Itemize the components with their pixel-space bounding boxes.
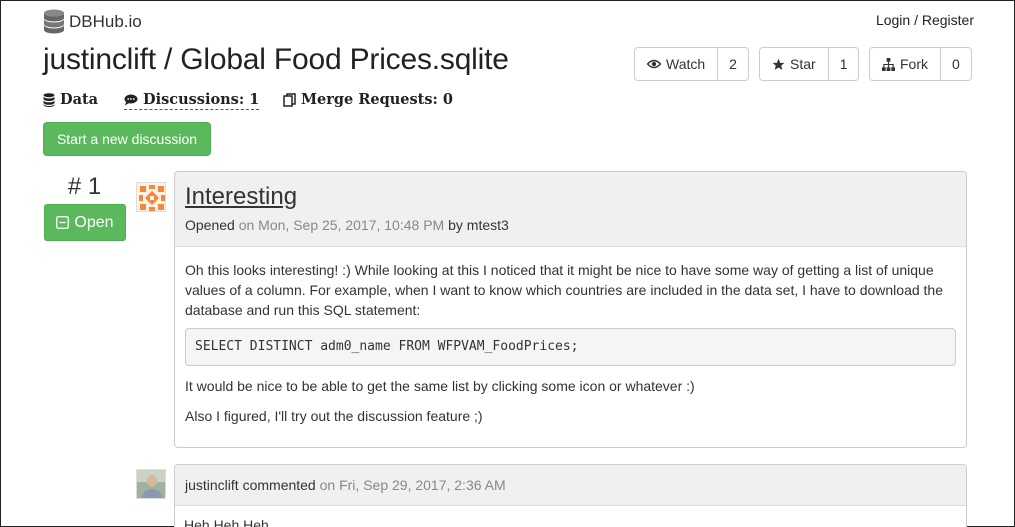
nav-merge-requests-label: Merge Requests: 0 xyxy=(301,91,454,108)
comment-author[interactable]: justinclift xyxy=(185,477,239,493)
comment-panel: justinclift commented on Fri, Sep 29, 20… xyxy=(174,464,967,527)
comment-body: Heh Heh Heh xyxy=(184,517,269,527)
fork-label: Fork xyxy=(900,56,928,72)
copy-icon xyxy=(283,92,296,107)
star-label: Star xyxy=(790,56,816,72)
discussion-number: # 1 xyxy=(67,173,102,200)
discussion-paragraph: It would be nice to be able to get the s… xyxy=(185,378,695,394)
discussion-header: Interesting Opened on Mon, Sep 25, 2017,… xyxy=(175,172,966,247)
discussion-meta: Opened on Mon, Sep 25, 2017, 10:48 PM by… xyxy=(185,217,956,233)
opened-label: Opened xyxy=(185,217,235,233)
sitemap-icon xyxy=(882,57,895,71)
watch-count[interactable]: 2 xyxy=(718,48,748,80)
discussion-status-button[interactable]: Open xyxy=(44,204,126,241)
start-discussion-button[interactable]: Start a new discussion xyxy=(43,122,211,156)
comment-action: commented xyxy=(242,477,316,493)
watch-label: Watch xyxy=(666,56,706,72)
discussion-paragraph: Also I figured, I'll try out the discuss… xyxy=(185,408,483,424)
code-block: SELECT DISTINCT adm0_name FROM WFPVAM_Fo… xyxy=(185,328,956,366)
comment-header: justinclift commented on Fri, Sep 29, 20… xyxy=(175,465,966,506)
avatar[interactable] xyxy=(136,182,166,212)
star-icon xyxy=(772,58,785,70)
star-button-group: Star 1 xyxy=(759,47,860,81)
database-icon xyxy=(44,9,64,34)
nav-data-label: Data xyxy=(60,91,99,108)
database-icon xyxy=(43,92,55,107)
star-count[interactable]: 1 xyxy=(829,48,859,80)
fork-count[interactable]: 0 xyxy=(941,48,971,80)
discussion-paragraph: Oh this looks interesting! :) While look… xyxy=(185,262,943,318)
discussion-status-label: Open xyxy=(74,213,114,231)
by-label: by xyxy=(448,217,463,233)
nav-discussions-label: Discussions: 1 xyxy=(143,91,260,108)
login-register-link[interactable]: Login / Register xyxy=(876,12,974,28)
discussion-body: Oh this looks interesting! :) While look… xyxy=(175,247,966,439)
comment-icon xyxy=(124,94,138,105)
eye-icon xyxy=(647,59,661,69)
star-button[interactable]: Star xyxy=(760,48,829,80)
brand-link[interactable]: DBHub.io xyxy=(43,9,142,35)
brand-name: DBHub.io xyxy=(69,12,142,31)
minus-square-icon xyxy=(56,216,70,229)
watch-button-group: Watch 2 xyxy=(634,47,749,81)
opened-date: on Mon, Sep 25, 2017, 10:48 PM xyxy=(238,217,445,233)
watch-button[interactable]: Watch xyxy=(635,48,719,80)
discussion-panel: Interesting Opened on Mon, Sep 25, 2017,… xyxy=(174,171,967,448)
discussion-author[interactable]: mtest3 xyxy=(467,217,509,233)
comment-date: on Fri, Sep 29, 2017, 2:36 AM xyxy=(319,477,506,493)
fork-button-group: Fork 0 xyxy=(869,47,972,81)
discussion-title[interactable]: Interesting xyxy=(185,183,956,211)
page-title[interactable]: justinclift / Global Food Prices.sqlite xyxy=(43,43,509,77)
user-photo-icon xyxy=(137,470,165,498)
avatar[interactable] xyxy=(136,469,166,499)
nav-data[interactable]: Data xyxy=(43,91,98,108)
nav-merge-requests[interactable]: Merge Requests: 0 xyxy=(283,91,453,108)
identicon-avatar-icon xyxy=(137,183,165,211)
nav-discussions[interactable]: Discussions: 1 xyxy=(124,91,260,110)
fork-button[interactable]: Fork xyxy=(870,48,941,80)
